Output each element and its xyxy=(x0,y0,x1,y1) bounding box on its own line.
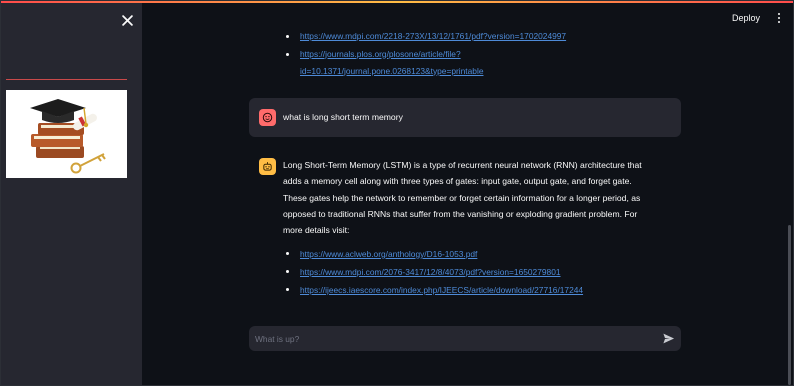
robot-face-icon xyxy=(263,162,272,171)
chat-input[interactable] xyxy=(249,326,649,351)
text-line: adds a memory cell along with three type… xyxy=(283,176,632,187)
sidebar xyxy=(0,3,142,386)
assistant-links: https://www.aclweb.org/anthology/D16-105… xyxy=(284,245,684,299)
sidebar-divider xyxy=(6,79,127,80)
user-message-text: what is long short term memory xyxy=(283,112,403,122)
text-line: These gates help the network to remember… xyxy=(283,192,641,203)
main-area: Deploy https://www.mdpi.com/2218-273X/13… xyxy=(142,3,794,386)
send-arrow-icon xyxy=(663,333,675,344)
list-item: https://ijeecs.iaescore.com/index.php/IJ… xyxy=(284,281,684,299)
chat-input-container xyxy=(249,326,681,351)
reference-link[interactable]: https://www.mdpi.com/2218-273X/13/12/176… xyxy=(300,31,566,41)
list-item: https://www.aclweb.org/anthology/D16-105… xyxy=(284,245,684,263)
list-item: https://www.mdpi.com/2076-3417/12/8/4073… xyxy=(284,263,684,281)
deploy-button[interactable]: Deploy xyxy=(732,13,760,23)
reference-link[interactable]: https://ijeecs.iaescore.com/index.php/IJ… xyxy=(300,285,583,295)
reference-link[interactable]: https://www.mdpi.com/2076-3417/12/8/4073… xyxy=(300,267,561,277)
assistant-message-text: Long Short-Term Memory (LSTM) is a type … xyxy=(283,157,677,238)
user-avatar xyxy=(259,109,276,126)
sidebar-logo-image xyxy=(6,90,127,178)
close-icon xyxy=(121,14,133,26)
text-line: Long Short-Term Memory (LSTM) is a type … xyxy=(283,160,642,170)
reference-link[interactable]: https://www.aclweb.org/anthology/D16-105… xyxy=(300,249,477,259)
list-item: https://journals.plos.org/plosone/articl… xyxy=(284,46,614,81)
link-text-line: https://journals.plos.org/plosone/articl… xyxy=(300,48,461,59)
assistant-avatar xyxy=(259,158,276,175)
smiley-face-icon xyxy=(262,112,273,123)
text-line: opposed to traditional RNNs that suffer … xyxy=(283,208,638,219)
user-message: what is long short term memory xyxy=(249,98,681,137)
text-line: more details visit: xyxy=(283,225,350,236)
link-text-line: id=10.1371/journal.pone.0268123&type=pri… xyxy=(300,65,484,76)
send-button[interactable] xyxy=(662,332,675,345)
list-item: https://www.mdpi.com/2218-273X/13/12/176… xyxy=(284,28,614,46)
reference-link[interactable]: https://journals.plos.org/plosone/articl… xyxy=(300,46,483,80)
previous-assistant-links: https://www.mdpi.com/2218-273X/13/12/176… xyxy=(284,28,614,80)
graduation-cap-books-icon xyxy=(30,99,106,174)
kebab-menu-icon[interactable] xyxy=(776,13,782,25)
close-sidebar-button[interactable] xyxy=(119,12,135,28)
main-scrollbar[interactable] xyxy=(788,225,791,385)
